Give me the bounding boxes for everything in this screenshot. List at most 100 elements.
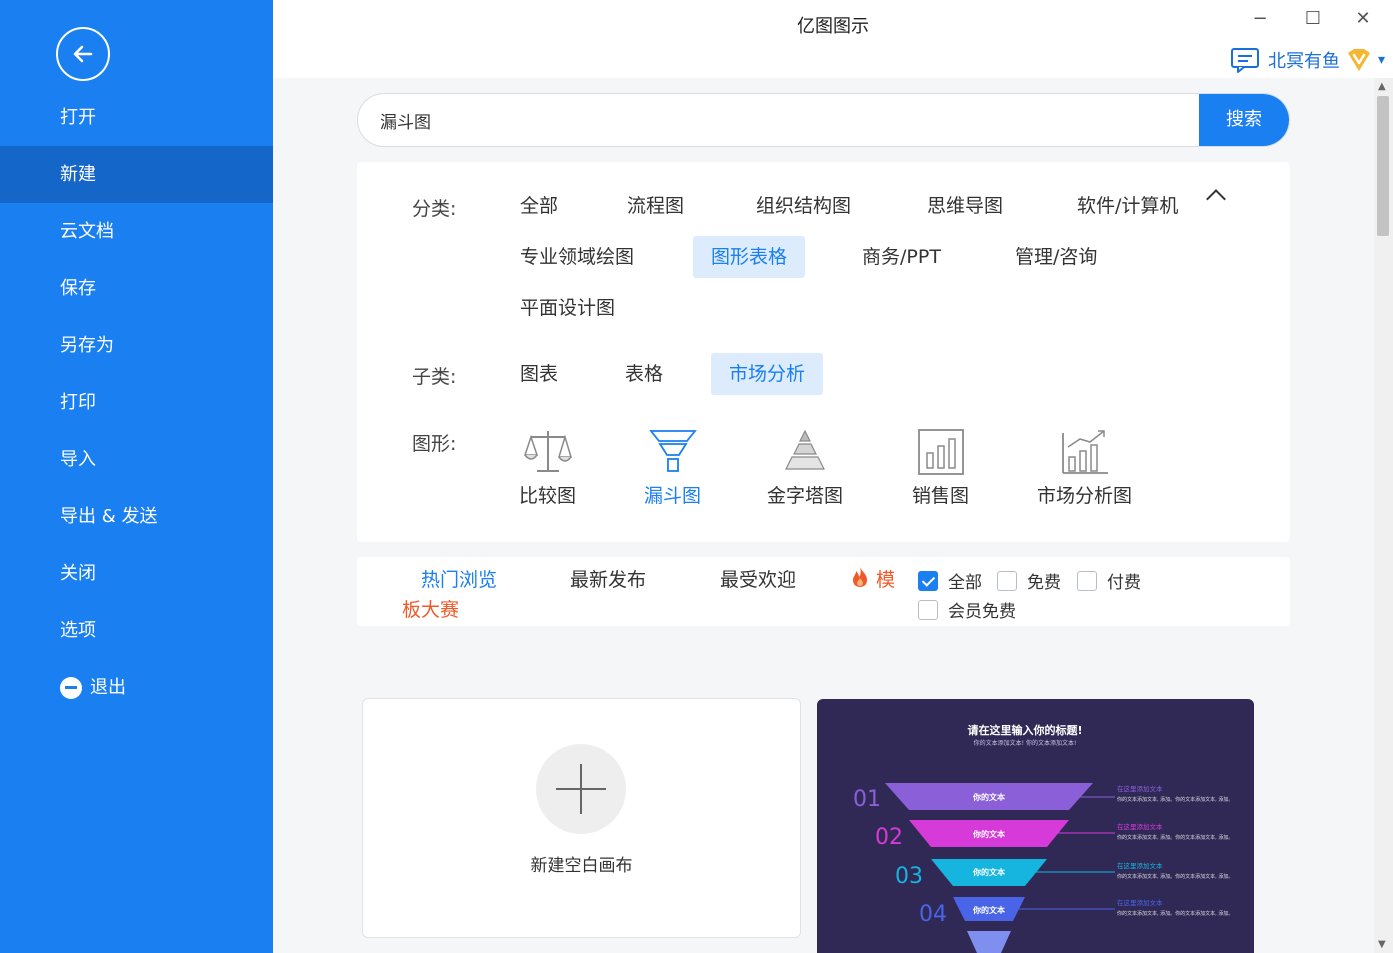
sidebar-item-label: 云文档 bbox=[60, 221, 114, 242]
category-management[interactable]: 管理/咨询 bbox=[997, 236, 1115, 278]
sidebar-menu: 打开 新建 云文档 保存 另存为 打印 导入 导出 & 发送 关闭 选项 退出 bbox=[0, 89, 273, 716]
sidebar-item-cloud-docs[interactable]: 云文档 bbox=[0, 203, 273, 260]
checkbox[interactable] bbox=[918, 570, 938, 591]
chevron-down-icon[interactable]: ▾ bbox=[1378, 52, 1385, 68]
level-text: 你的文本 bbox=[972, 905, 1005, 915]
scroll-thumb[interactable] bbox=[1377, 96, 1389, 236]
level-number: 02 bbox=[875, 825, 903, 850]
scroll-up-icon[interactable]: ▲ bbox=[1378, 81, 1386, 92]
contest-label-part1: 模 bbox=[876, 569, 896, 591]
tab-most-liked[interactable]: 最受欢迎 bbox=[720, 565, 796, 592]
category-professional[interactable]: 专业领域绘图 bbox=[502, 236, 652, 278]
level-number: 01 bbox=[853, 787, 881, 812]
new-canvas-label: 新建空白画布 bbox=[530, 856, 633, 876]
filter-free-checkbox[interactable]: 免费 bbox=[997, 568, 1061, 593]
sidebar-item-label: 导出 & 发送 bbox=[60, 506, 158, 527]
sidebar-item-import[interactable]: 导入 bbox=[0, 431, 273, 488]
sidebar-item-label: 新建 bbox=[60, 164, 96, 185]
sidebar-item-label: 关闭 bbox=[60, 563, 96, 584]
template-title: 请在这里输入你的标题! bbox=[967, 723, 1082, 737]
side-title: 在这里添加文本 bbox=[1117, 822, 1163, 831]
maximize-button[interactable]: ☐ bbox=[1298, 8, 1328, 29]
new-blank-canvas-card[interactable]: 新建空白画布 bbox=[362, 698, 801, 938]
sidebar-item-save[interactable]: 保存 bbox=[0, 260, 273, 317]
bar-chart-icon bbox=[917, 429, 964, 475]
subcategory-label: 子类: bbox=[412, 366, 457, 388]
shape-item-label: 金字塔图 bbox=[767, 485, 844, 507]
category-graphic-table[interactable]: 图形表格 bbox=[693, 236, 806, 278]
sidebar-item-label: 保存 bbox=[60, 278, 96, 299]
shape-item-label: 市场分析图 bbox=[1037, 485, 1133, 507]
checkbox[interactable] bbox=[1077, 570, 1097, 591]
sidebar-item-new[interactable]: 新建 bbox=[0, 146, 273, 203]
checkbox-label: 全部 bbox=[948, 573, 982, 593]
checkbox[interactable] bbox=[918, 599, 938, 620]
user-name[interactable]: 北冥有鱼 bbox=[1268, 47, 1340, 73]
sidebar-item-print[interactable]: 打印 bbox=[0, 374, 273, 431]
tab-latest[interactable]: 最新发布 bbox=[570, 565, 646, 592]
category-graphic-design[interactable]: 平面设计图 bbox=[502, 287, 633, 329]
title-bar: 亿图图示 − ☐ ✕ 北冥有鱼 ▾ bbox=[273, 0, 1393, 78]
shape-comparison[interactable]: 比较图 bbox=[519, 427, 576, 508]
side-title: 在这里添加文本 bbox=[1117, 898, 1163, 907]
side-body: 你的文本添加文本, 添加。你的文本添加文本, 添加。 bbox=[1117, 834, 1233, 841]
filter-paid-checkbox[interactable]: 付费 bbox=[1077, 568, 1141, 593]
level-number: 03 bbox=[895, 864, 923, 889]
sidebar-item-label: 另存为 bbox=[60, 335, 114, 356]
template-subtitle: 你的文本添加文本! 你的文本添加文本! bbox=[974, 739, 1077, 747]
shape-market-analysis[interactable]: 市场分析图 bbox=[1037, 427, 1132, 508]
category-mind-map[interactable]: 思维导图 bbox=[909, 185, 1021, 227]
side-body: 你的文本添加文本, 添加。你的文本添加文本, 添加。 bbox=[1117, 873, 1233, 880]
back-button[interactable] bbox=[56, 27, 110, 81]
vertical-scrollbar[interactable]: ▲ ▼ bbox=[1374, 78, 1393, 953]
sidebar-item-label: 退出 bbox=[90, 677, 126, 698]
search-button[interactable]: 搜索 bbox=[1199, 94, 1289, 146]
category-org-chart[interactable]: 组织结构图 bbox=[738, 185, 869, 227]
subcategory-table[interactable]: 表格 bbox=[607, 353, 681, 395]
level-text: 你的文本 bbox=[972, 829, 1005, 839]
filter-member-free-checkbox[interactable]: 会员免费 bbox=[918, 597, 1016, 622]
sidebar-item-close[interactable]: 关闭 bbox=[0, 545, 273, 602]
category-business-ppt[interactable]: 商务/PPT bbox=[844, 236, 959, 278]
vip-badge-icon bbox=[1347, 49, 1370, 71]
balance-scale-icon bbox=[523, 431, 572, 472]
subcategory-market-analysis[interactable]: 市场分析 bbox=[711, 353, 824, 395]
sidebar-item-exit[interactable]: 退出 bbox=[0, 659, 273, 716]
shape-sales[interactable]: 销售图 bbox=[912, 427, 969, 508]
shape-pyramid[interactable]: 金字塔图 bbox=[767, 427, 843, 508]
side-title: 在这里添加文本 bbox=[1117, 784, 1163, 793]
search-input[interactable] bbox=[380, 94, 1180, 146]
search-box: 搜索 bbox=[357, 93, 1290, 147]
sidebar-item-label: 选项 bbox=[60, 620, 96, 641]
checkbox-label: 会员免费 bbox=[948, 602, 1016, 622]
scroll-down-icon[interactable]: ▼ bbox=[1378, 939, 1386, 950]
sidebar-item-label: 打印 bbox=[60, 392, 96, 413]
side-body: 你的文本添加文本, 添加。你的文本添加文本, 添加。 bbox=[1117, 910, 1233, 917]
pyramid-icon bbox=[785, 429, 825, 470]
minus-circle-icon bbox=[60, 676, 82, 699]
sidebar-item-open[interactable]: 打开 bbox=[0, 89, 273, 146]
subcategory-chart[interactable]: 图表 bbox=[502, 353, 576, 395]
template-contest-link-continued[interactable]: 板大赛 bbox=[402, 595, 459, 622]
sidebar-item-save-as[interactable]: 另存为 bbox=[0, 317, 273, 374]
shape-funnel[interactable]: 漏斗图 bbox=[644, 427, 701, 508]
chat-icon[interactable] bbox=[1230, 46, 1262, 74]
checkbox[interactable] bbox=[997, 570, 1017, 591]
template-thumbnail: 请在这里输入你的标题! 你的文本添加文本! 你的文本添加文本! 01 02 03… bbox=[853, 723, 1233, 953]
collapse-chevron-icon[interactable] bbox=[1206, 189, 1226, 209]
category-flowchart[interactable]: 流程图 bbox=[609, 185, 702, 227]
sidebar-item-options[interactable]: 选项 bbox=[0, 602, 273, 659]
user-menu[interactable]: 北冥有鱼 ▾ bbox=[1230, 46, 1385, 74]
close-button[interactable]: ✕ bbox=[1348, 8, 1378, 29]
category-all[interactable]: 全部 bbox=[502, 185, 576, 227]
template-card-funnel[interactable]: 请在这里输入你的标题! 你的文本添加文本! 你的文本添加文本! 01 02 03… bbox=[817, 699, 1254, 953]
category-software[interactable]: 软件/计算机 bbox=[1059, 185, 1196, 227]
filter-all-checkbox[interactable]: 全部 bbox=[918, 568, 982, 593]
level-text: 你的文本 bbox=[972, 792, 1005, 802]
app-title: 亿图图示 bbox=[797, 16, 869, 37]
minimize-button[interactable]: − bbox=[1245, 8, 1275, 29]
tab-popular[interactable]: 热门浏览 bbox=[421, 565, 497, 592]
sidebar-item-export-send[interactable]: 导出 & 发送 bbox=[0, 488, 273, 545]
side-title: 在这里添加文本 bbox=[1117, 861, 1163, 870]
template-contest-link[interactable]: 模 bbox=[850, 565, 895, 592]
